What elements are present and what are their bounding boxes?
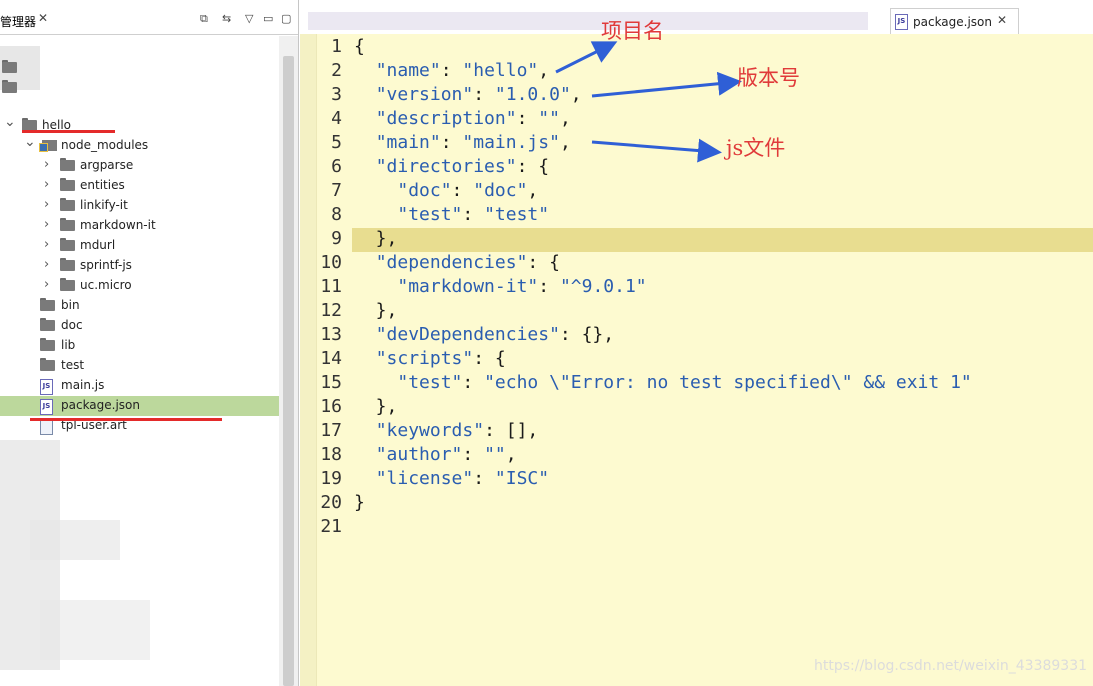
annotation-project-name: 项目名	[601, 19, 664, 43]
arrow-to-version	[591, 71, 742, 98]
arrow-to-name	[555, 41, 618, 74]
annotation-js-file: js文件	[726, 136, 786, 160]
annotation-version: 版本号	[737, 66, 800, 90]
annotation-arrows	[555, 41, 742, 163]
arrow-to-main	[591, 138, 722, 163]
watermark: https://blog.csdn.net/weixin_43389331	[814, 658, 1088, 674]
